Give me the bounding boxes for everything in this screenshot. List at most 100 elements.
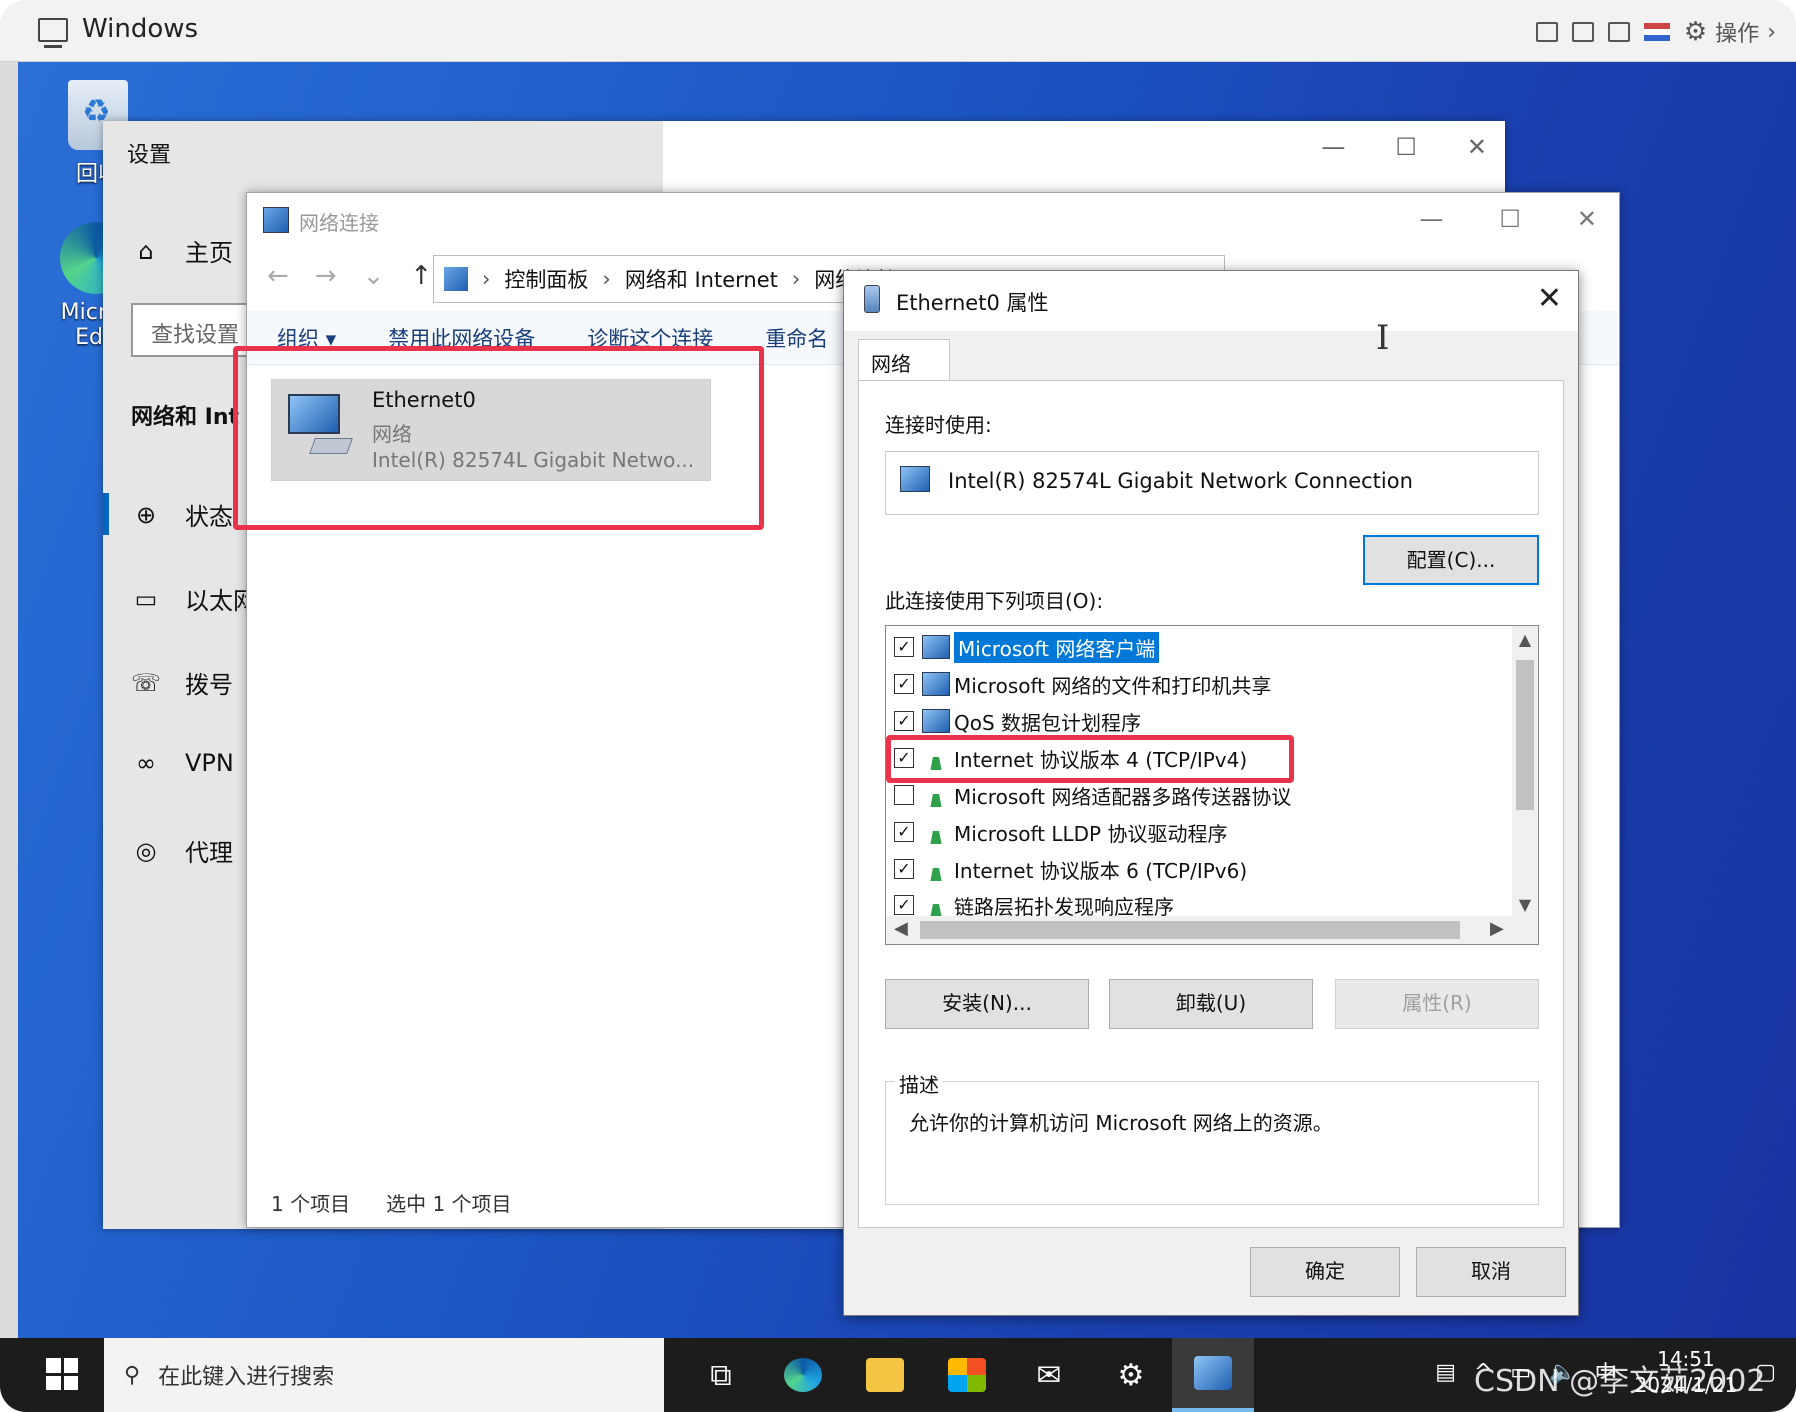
configure-button[interactable]: 配置(C)... [1363,535,1539,585]
up-arrow-icon[interactable]: ↑ [410,261,432,291]
vm-title-bar: Windows ⚙ 操作 › [0,0,1796,62]
settings-gear-icon[interactable]: ⚙ [1090,1338,1172,1412]
horizontal-scrollbar[interactable]: ◀ ▶ [886,916,1538,944]
checkbox[interactable]: ✓ [894,859,914,879]
props-title: Ethernet0 属性 [896,291,1049,315]
home-icon: ⌂ [138,236,154,265]
proxy-globe-icon: ◎ [135,836,157,865]
vm-view-icon[interactable] [1535,22,1558,42]
checkbox[interactable]: ✓ [894,637,914,657]
close-icon[interactable]: ✕ [1537,281,1562,316]
file-explorer-icon[interactable] [844,1338,926,1412]
vertical-scrollbar[interactable]: ▲ ▼ [1512,626,1538,918]
uninstall-button[interactable]: 卸载(U) [1109,979,1313,1029]
checkbox[interactable]: ✓ [894,822,914,842]
nav-arrows: ← → ⌄ ↑ [267,261,432,291]
protocol-icon [930,792,942,807]
scroll-down-icon[interactable]: ▼ [1512,895,1538,914]
recent-chevron-icon[interactable]: ⌄ [363,261,385,291]
chevron-right-icon: › [482,267,491,291]
network-plug-icon [864,285,880,313]
gear-icon: ⚙ [1683,17,1708,47]
list-item[interactable]: ✓ Internet 协议版本 6 (TCP/IPv6) [894,852,1247,886]
mail-icon[interactable]: ✉ [1008,1338,1090,1412]
list-item[interactable]: ✓ Microsoft LLDP 协议驱动程序 [894,815,1227,849]
active-accent [103,493,109,535]
description-text: 允许你的计算机访问 Microsoft 网络上的资源。 [909,1111,1333,1135]
list-item[interactable]: ✓ Microsoft 网络的文件和打印机共享 [894,667,1271,701]
settings-home[interactable]: ⌂ 主页 [131,233,233,268]
netconn-title: 网络连接 [299,211,379,235]
description-legend: 描述 [895,1069,943,1098]
scroll-right-icon[interactable]: ▶ [1490,918,1504,939]
checkbox[interactable]: ✓ [894,711,914,731]
ok-button[interactable]: 确定 [1250,1247,1400,1297]
scroll-left-icon[interactable]: ◀ [894,918,908,939]
checkbox[interactable] [894,785,914,805]
breadcrumb-item[interactable]: 网络和 Internet [625,264,778,294]
globe-status-icon: ⊕ [135,500,157,529]
minimize-icon[interactable]: — [1321,133,1345,161]
settings-nav-ethernet[interactable]: ▭ 以太网 [131,581,257,616]
list-item[interactable]: ✓ QoS 数据包计划程序 [894,704,1141,738]
minimize-icon[interactable]: — [1419,205,1443,233]
task-view-icon[interactable]: ⧉ [680,1338,762,1412]
chevron-right-icon: › [602,267,611,291]
vm-ops-button[interactable]: ⚙ 操作 › [1684,16,1776,48]
list-item[interactable]: ✓ Microsoft 网络客户端 [894,630,1160,664]
components-list[interactable]: ✓ Microsoft 网络客户端 ✓ Microsoft 网络的文件和打印机共… [885,625,1539,945]
list-item[interactable]: Microsoft 网络适配器多路传送器协议 [894,778,1291,812]
item-label: Internet 协议版本 6 (TCP/IPv6) [954,858,1248,883]
item-count: 1 个项目 [271,1192,351,1216]
edge-icon[interactable] [762,1338,844,1412]
checkbox[interactable]: ✓ [894,674,914,694]
settings-nav-proxy[interactable]: ◎ 代理 [131,833,233,868]
cancel-button[interactable]: 取消 [1416,1247,1566,1297]
windows-start-icon[interactable] [46,1358,78,1390]
items-label: 此连接使用下列项目(O): [885,589,1104,613]
ethernet-properties-dialog: Ethernet0 属性 ✕ 网络 连接时使用: Intel(R) 82574L… [843,270,1579,1316]
settings-window-controls: — ☐ ✕ [1321,133,1487,161]
forward-arrow-icon[interactable]: → [315,261,337,291]
network-client-icon [922,709,950,733]
vm-fullscreen-icon[interactable] [1607,22,1630,42]
scroll-thumb[interactable] [1516,660,1534,810]
maximize-icon[interactable]: ☐ [1499,205,1521,233]
checkbox[interactable]: ✓ [894,895,914,915]
protocol-icon [930,902,942,917]
item-label: Microsoft 网络客户端 [954,631,1160,663]
install-button[interactable]: 安装(N)... [885,979,1089,1029]
network-folder-icon [263,207,289,233]
props-panel: 连接时使用: Intel(R) 82574L Gigabit Network C… [858,380,1564,1228]
store-icon[interactable] [926,1338,1008,1412]
properties-button[interactable]: 属性(R) [1335,979,1539,1029]
rename-button[interactable]: 重命名 [765,323,828,353]
vpn-icon: ∞ [136,749,156,777]
settings-nav-vpn[interactable]: ∞ VPN [131,749,234,777]
close-icon[interactable]: ✕ [1467,133,1487,161]
control-panel-taskbar-icon[interactable] [1172,1338,1254,1412]
keyboard-flag-icon[interactable] [1643,23,1670,41]
control-panel-icon [444,267,468,291]
network-client-icon [922,672,950,696]
scroll-up-icon[interactable]: ▲ [1512,630,1538,649]
netconn-window-controls: — ☐ ✕ [1419,205,1597,233]
maximize-icon[interactable]: ☐ [1395,133,1417,161]
close-icon[interactable]: ✕ [1577,205,1597,233]
text-cursor-icon: I [1376,318,1390,358]
breadcrumb-item[interactable]: 控制面板 [504,264,588,294]
taskbar-search-placeholder: 在此键入进行搜索 [158,1365,335,1390]
news-widget-icon[interactable]: ▤ [1435,1360,1456,1385]
scroll-thumb[interactable] [920,921,1460,939]
settings-nav-status[interactable]: ⊕ 状态 [131,497,233,532]
chevron-right-icon: › [1767,19,1776,45]
tab-network[interactable]: 网络 [858,339,950,381]
highlight-box-adapter [233,346,764,530]
vm-split-icon[interactable] [1571,22,1594,42]
back-arrow-icon[interactable]: ← [267,261,289,291]
props-titlebar: Ethernet0 属性 ✕ [844,271,1578,331]
taskbar-search-box[interactable]: ⚲ 在此键入进行搜索 [104,1338,664,1412]
network-adapter-icon [900,466,930,492]
settings-nav-dialup[interactable]: ☏ 拨号 [131,665,233,700]
nav-label: 拨号 [185,671,233,699]
